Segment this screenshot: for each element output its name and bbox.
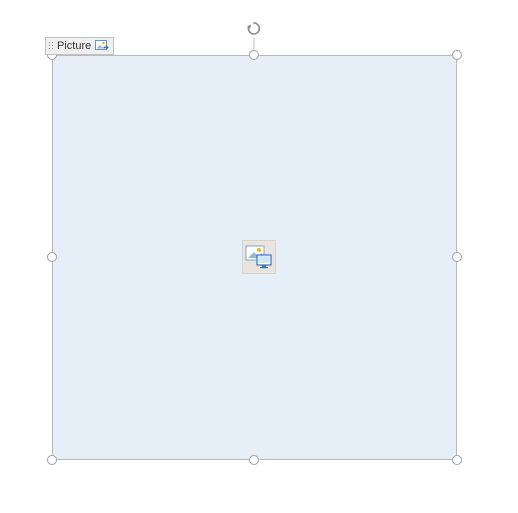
content-control-tag-label: Picture xyxy=(57,38,91,54)
resize-handle-top-right[interactable] xyxy=(452,50,462,60)
resize-handle-bottom-right[interactable] xyxy=(452,455,462,465)
insert-picture-button[interactable] xyxy=(242,240,276,274)
resize-handle-middle-left[interactable] xyxy=(47,252,57,262)
image-placeholder-icon xyxy=(245,245,273,269)
content-control-tag[interactable]: Picture xyxy=(45,37,114,55)
rotation-handle[interactable] xyxy=(246,21,262,40)
resize-handle-top-middle[interactable] xyxy=(249,50,259,60)
picture-content-control-icon xyxy=(95,40,109,52)
resize-handle-bottom-left[interactable] xyxy=(47,455,57,465)
resize-handle-middle-right[interactable] xyxy=(452,252,462,262)
rotate-icon xyxy=(246,21,262,37)
grip-icon xyxy=(48,41,54,51)
resize-handle-bottom-middle[interactable] xyxy=(249,455,259,465)
